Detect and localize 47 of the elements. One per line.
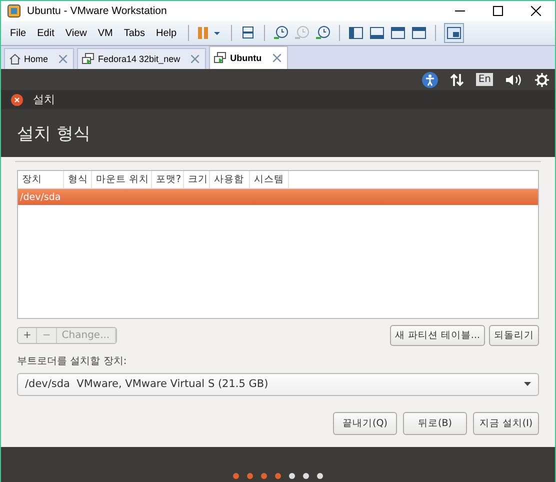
add-partition-button[interactable]: +: [18, 328, 38, 343]
menu-item[interactable]: Edit: [34, 28, 58, 38]
column-header[interactable]: 장치: [18, 171, 64, 188]
dropdown-arrow-icon: [524, 382, 531, 386]
bootloader-label: 부트로더를 설치할 장치:: [17, 354, 128, 368]
house-icon: [9, 53, 21, 65]
vm-icon: [82, 53, 96, 65]
column-header[interactable]: 시스템: [250, 171, 289, 188]
bootloader-device-dropdown[interactable]: /dev/sda VMware, VMware Virtual S (21.5 GB): [17, 372, 539, 396]
screen-icon[interactable]: [410, 25, 427, 41]
back-button[interactable]: 뒤로(B): [403, 412, 467, 435]
window-title: Ubuntu - VMware Workstation: [27, 5, 167, 17]
network-arrows-icon[interactable]: [450, 72, 464, 86]
vm-icon: [214, 52, 228, 64]
maximize-icon[interactable]: [493, 6, 503, 16]
column-header[interactable]: 포맷?: [152, 171, 184, 188]
screen-icon[interactable]: [390, 25, 406, 41]
new-partition-table-button[interactable]: 새 파티션 테이블...: [390, 324, 485, 346]
column-header[interactable]: 마운트 위치: [92, 171, 152, 188]
close-icon[interactable]: [531, 6, 541, 16]
vm-tab[interactable]: Ubuntu: [209, 46, 288, 69]
clock-icon[interactable]: [314, 25, 331, 41]
dialog-title: 설치: [33, 92, 55, 107]
revert-button[interactable]: 되돌리기: [489, 324, 539, 346]
screen-icon[interactable]: [368, 25, 385, 41]
screen-icon[interactable]: [348, 25, 364, 41]
column-header[interactable]: 형식: [64, 171, 92, 188]
clock-icon[interactable]: [272, 25, 289, 41]
window-icon[interactable]: [444, 23, 464, 43]
vm-tab[interactable]: Home: [4, 48, 74, 69]
gear-icon[interactable]: [535, 72, 549, 86]
column-header[interactable]: 사용함: [210, 171, 250, 188]
vm-tab[interactable]: Fedora14 32bit_new: [77, 48, 206, 69]
install-now-button[interactable]: 지금 설치(I): [473, 412, 539, 435]
page-heading: 설치 형식: [16, 122, 92, 146]
keyboard-layout-indicator[interactable]: En: [476, 73, 493, 86]
menu-item[interactable]: File: [7, 28, 30, 38]
vmware-logo-icon: [7, 4, 21, 18]
menu-item[interactable]: VM: [94, 28, 116, 38]
menu-item[interactable]: View: [62, 28, 90, 38]
accessibility-icon[interactable]: [422, 72, 438, 88]
quit-button[interactable]: 끝내기(Q): [333, 412, 397, 435]
speaker-icon[interactable]: [505, 72, 523, 86]
column-header[interactable]: 크기: [184, 171, 210, 188]
menu-item[interactable]: Help: [152, 28, 180, 38]
menu-item[interactable]: Tabs: [120, 28, 148, 38]
close-icon[interactable]: [11, 94, 23, 106]
